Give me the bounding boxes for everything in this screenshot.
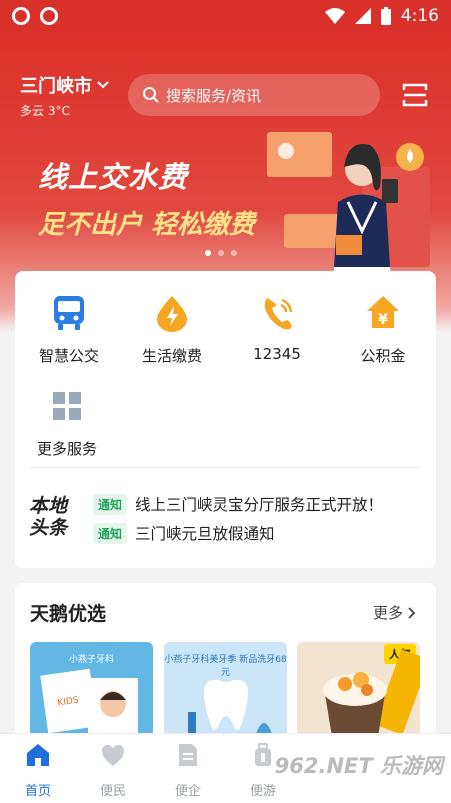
- tooth-image: [188, 679, 272, 734]
- local-news-logo-line: 头条: [29, 517, 68, 539]
- divider: [30, 467, 421, 468]
- tab-home[interactable]: 首页: [8, 742, 68, 799]
- services-card: 智慧公交 生活缴费 12345 ¥ 公积金 更多服务 本地 头条 通知 线上三门…: [15, 271, 436, 568]
- service-housing-fund[interactable]: ¥ 公积金: [338, 293, 428, 366]
- tab-label: 便民: [99, 784, 126, 799]
- news-text: 三门峡元旦放假通知: [135, 525, 275, 543]
- featured-card: 天鹅优选 更多 小燕子牙科 KIDS 小燕子牙科美牙季 新品洗牙68元 人气: [15, 583, 436, 743]
- water-drop-icon: [152, 293, 192, 333]
- carousel-dot[interactable]: [218, 250, 224, 256]
- news-item[interactable]: 通知 线上三门峡灵宝分厅服务正式开放！: [93, 493, 383, 515]
- grid-icon: [47, 386, 87, 426]
- signal-icon: [354, 8, 371, 24]
- carousel-dot[interactable]: [231, 250, 237, 256]
- service-label: 12345: [253, 345, 301, 363]
- weather-text: 多云 3°C: [20, 104, 70, 118]
- service-more[interactable]: 更多服务: [22, 386, 112, 459]
- tab-label: 首页: [24, 784, 51, 799]
- tab-label: 便游: [249, 784, 276, 799]
- menu-icon[interactable]: [402, 82, 428, 108]
- carousel-dot[interactable]: [205, 250, 211, 256]
- banner-title: 线上交水费: [38, 160, 189, 194]
- product-image: KIDS: [40, 668, 138, 740]
- notification-icon: [12, 7, 30, 25]
- service-label: 公积金: [360, 347, 406, 365]
- bus-icon: [49, 293, 89, 333]
- city-name: 三门峡市: [20, 76, 92, 97]
- local-news-logo-line: 本地: [29, 495, 68, 517]
- battery-icon: [380, 7, 391, 25]
- search-input[interactable]: 搜索服务/资讯: [128, 74, 380, 116]
- tab-label: 便企: [174, 784, 201, 799]
- section-title: 天鹅优选: [30, 603, 107, 625]
- heart-icon: [102, 745, 124, 766]
- chevron-down-icon: [97, 81, 109, 89]
- search-placeholder: 搜索服务/资讯: [166, 86, 262, 105]
- service-label: 更多服务: [36, 440, 97, 458]
- search-icon: [143, 87, 159, 103]
- product-thumb[interactable]: 小燕子牙科 KIDS: [30, 642, 153, 743]
- service-label: 智慧公交: [38, 347, 99, 365]
- bottom-tab-bar: 首页 便民 便企 便游 962.NET 乐游网: [0, 733, 451, 803]
- more-link[interactable]: 更多: [373, 602, 416, 623]
- city-selector[interactable]: 三门峡市 多云 3°C: [20, 72, 110, 119]
- document-icon: [179, 744, 197, 766]
- banner-subtitle: 足不出户 轻松缴费: [38, 210, 256, 240]
- status-bar: 4:16: [0, 0, 451, 32]
- wifi-icon: [324, 8, 345, 24]
- house-icon: ¥: [363, 293, 403, 333]
- news-text: 线上三门峡灵宝分厅服务正式开放！: [135, 496, 384, 514]
- notification-icon-2: [40, 7, 58, 25]
- svg-text:¥: ¥: [378, 312, 388, 328]
- tab-business[interactable]: 便企: [158, 742, 218, 799]
- site-watermark: 962.NET 乐游网: [274, 754, 443, 778]
- service-smart-bus[interactable]: 智慧公交: [24, 293, 114, 366]
- news-item[interactable]: 通知 三门峡元旦放假通知: [93, 522, 275, 544]
- status-time: 4:16: [400, 6, 439, 26]
- dessert-image: [323, 649, 420, 743]
- news-tag: 通知: [93, 522, 128, 544]
- product-thumb[interactable]: 人气: [297, 642, 420, 743]
- news-tag: 通知: [93, 493, 128, 515]
- local-news-logo: 本地 头条: [29, 495, 77, 539]
- tab-convenience[interactable]: 便民: [83, 742, 143, 799]
- service-label: 生活缴费: [141, 347, 202, 365]
- carousel-dots[interactable]: [205, 250, 237, 256]
- more-label: 更多: [372, 604, 403, 622]
- luggage-icon: [255, 743, 271, 766]
- phone-icon: [257, 293, 297, 333]
- service-utility-payment[interactable]: 生活缴费: [127, 293, 217, 366]
- service-hotline[interactable]: 12345: [232, 293, 322, 363]
- product-thumb[interactable]: 小燕子牙科美牙季 新品洗牙68元: [164, 642, 287, 743]
- home-icon: [27, 744, 49, 766]
- chevron-right-icon: [408, 606, 416, 619]
